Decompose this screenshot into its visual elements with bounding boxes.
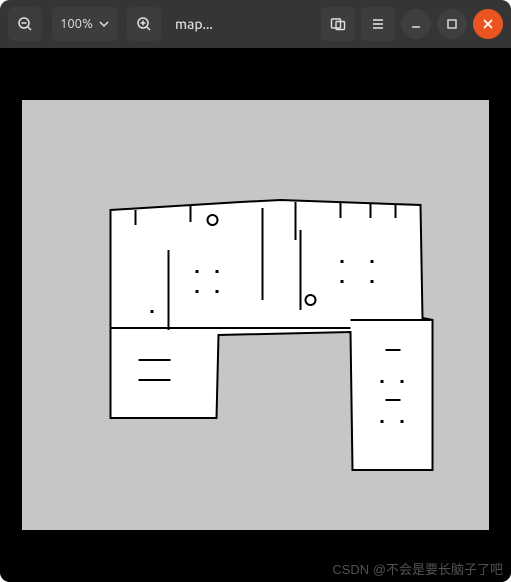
titlebar: 100% map... xyxy=(0,0,511,48)
close-icon xyxy=(482,18,494,30)
zoom-in-icon xyxy=(136,16,152,32)
menu-button[interactable] xyxy=(361,7,395,41)
gallery-icon xyxy=(330,16,346,32)
close-button[interactable] xyxy=(473,9,503,39)
zoom-in-button[interactable] xyxy=(127,7,161,41)
maximize-icon xyxy=(446,18,458,30)
zoom-level-label: 100% xyxy=(60,17,93,31)
window-title: map... xyxy=(175,16,213,32)
zoom-out-icon xyxy=(17,16,33,32)
map-image xyxy=(22,100,489,530)
maximize-button[interactable] xyxy=(437,9,467,39)
viewer-content[interactable]: CSDN @不会是要长脑子了吧 xyxy=(0,48,511,582)
watermark-text: CSDN @不会是要长脑子了吧 xyxy=(332,559,503,578)
menu-icon xyxy=(370,16,386,32)
zoom-level-select[interactable]: 100% xyxy=(52,7,117,41)
minimize-icon xyxy=(410,18,422,30)
gallery-button[interactable] xyxy=(321,7,355,41)
minimize-button[interactable] xyxy=(401,9,431,39)
zoom-out-button[interactable] xyxy=(8,7,42,41)
chevron-down-icon xyxy=(99,19,109,29)
image-viewer-window: 100% map... xyxy=(0,0,511,582)
occupancy-grid-map xyxy=(22,100,489,530)
